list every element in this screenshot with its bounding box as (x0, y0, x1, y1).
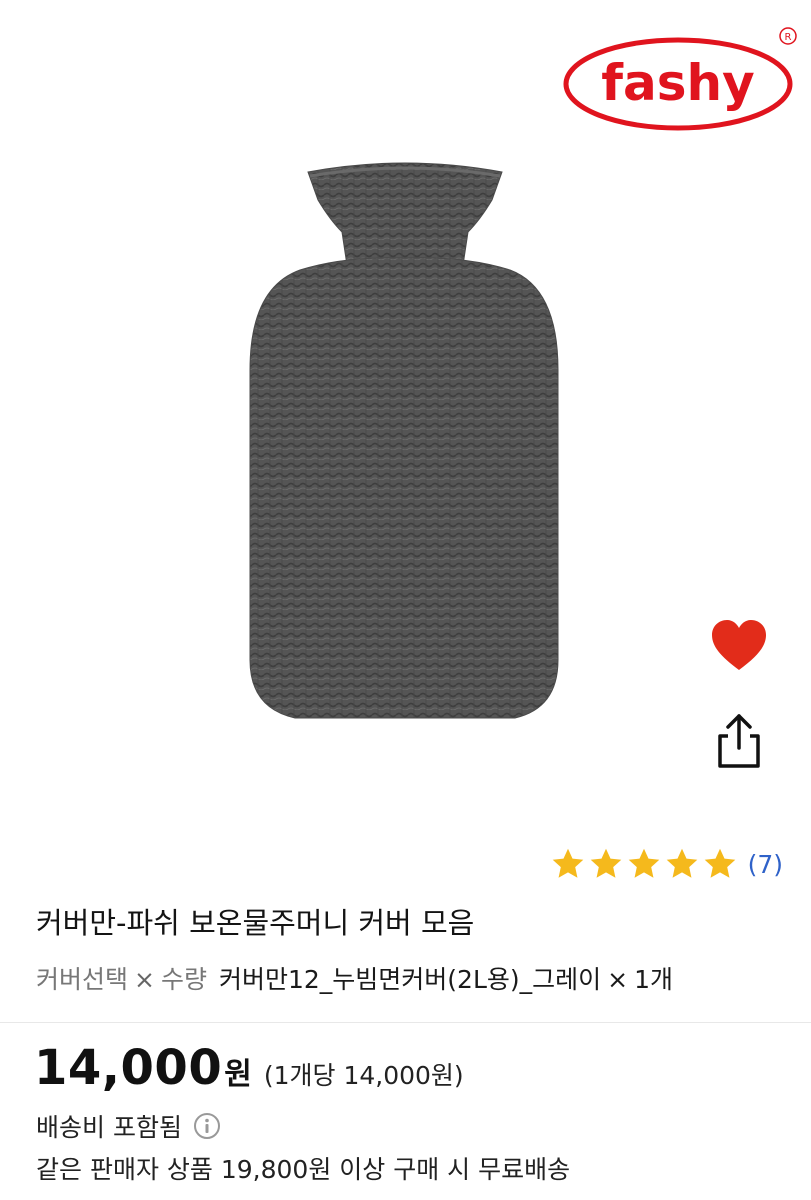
selected-options: 커버선택 × 수량 커버만12_누빔면커버(2L용)_그레이 × 1개 (36, 960, 673, 996)
share-icon (718, 714, 760, 768)
price-row: 14,000 원 (1개당 14,000원) (34, 1040, 464, 1096)
share-button[interactable] (708, 710, 770, 772)
shipping-fee-row: 배송비 포함됨 (36, 1108, 222, 1144)
selected-quantity-value: 1개 (634, 965, 673, 994)
unit-price: (1개당 14,000원) (263, 1061, 464, 1090)
price-amount: 14,000 (34, 1040, 223, 1096)
option-label-cover: 커버선택 (36, 965, 129, 994)
option-label-separator: × (134, 965, 155, 994)
free-shipping-condition: 같은 판매자 상품 19,800원 이상 구매 시 무료배송 (36, 1155, 571, 1184)
section-divider (0, 1022, 811, 1023)
rating[interactable]: (7) (550, 846, 783, 882)
brand-logo-text: fashy (601, 54, 754, 112)
hot-water-bottle-image (249, 162, 559, 719)
star-icon (704, 848, 735, 878)
star-icon (628, 848, 659, 878)
star-icon (552, 848, 583, 878)
selected-cover-value: 커버만12_누빔면커버(2L용)_그레이 (218, 965, 602, 994)
product-image-area: fashy R (0, 0, 811, 830)
review-count-link[interactable]: (7) (748, 850, 783, 879)
product-title: 커버만-파쉬 보온물주머니 커버 모음 (36, 906, 475, 940)
registered-mark: R (785, 32, 792, 43)
star-icon (590, 848, 621, 878)
star-icon (666, 848, 697, 878)
price-currency: 원 (224, 1057, 252, 1092)
heart-icon (712, 620, 766, 670)
wishlist-button[interactable] (708, 616, 770, 678)
brand-logo: fashy R (563, 27, 797, 131)
shipping-included-text: 배송비 포함됨 (36, 1113, 182, 1142)
selected-separator: × (607, 965, 629, 994)
info-icon[interactable] (192, 1111, 222, 1141)
option-label-quantity: 수량 (160, 965, 207, 994)
